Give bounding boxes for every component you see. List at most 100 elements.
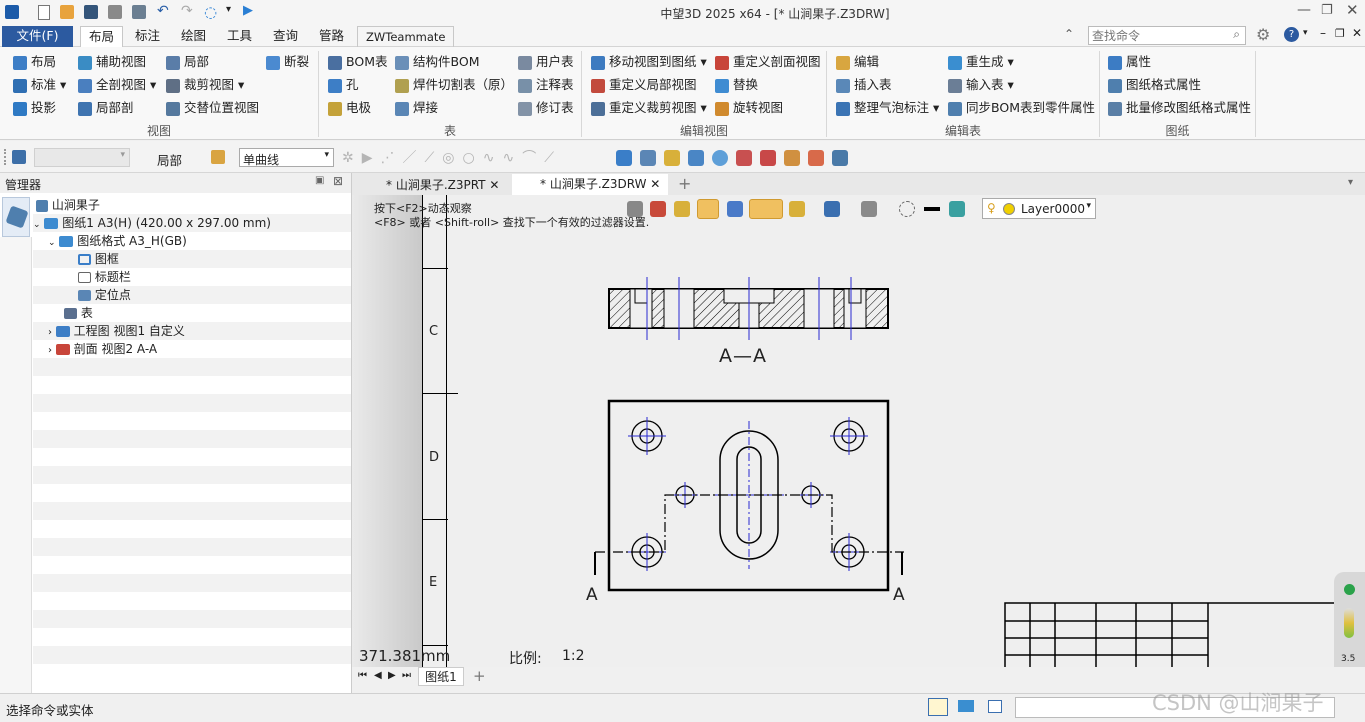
redefine-crop-button[interactable]: 重定义裁剪视图 ▾ bbox=[591, 98, 707, 118]
replace-button[interactable]: 替换 bbox=[715, 75, 758, 95]
tree-sheet-format[interactable]: ⌄ 图纸格式 A3_H(GB) bbox=[48, 232, 187, 250]
aux-view-button[interactable]: 辅助视图 bbox=[78, 52, 146, 72]
first-sheet-icon[interactable]: ⏮ bbox=[358, 670, 367, 681]
minimize-button[interactable]: — bbox=[1297, 2, 1311, 18]
crop-view-button[interactable]: 裁剪视图 ▾ bbox=[166, 75, 244, 95]
move-view-button[interactable]: 移动视图到图纸 ▾ bbox=[591, 52, 707, 72]
pin-icon[interactable]: ▣ bbox=[315, 175, 324, 186]
import-table-button[interactable]: 输入表 ▾ bbox=[948, 75, 1014, 95]
partial-section-button[interactable]: 局部剖 bbox=[78, 98, 134, 118]
tree-root[interactable]: 山涧果子 bbox=[36, 196, 100, 214]
drawing-canvas[interactable]: C D E 按下<F2>动态观察 <F8> 或者 <Shift-roll> 查找… bbox=[352, 195, 1365, 667]
doc-close-button[interactable]: ✕ bbox=[1352, 26, 1362, 40]
tab-file[interactable]: 文件(F) bbox=[2, 26, 73, 47]
tree-view1[interactable]: › 工程图 视图1 自定义 bbox=[48, 322, 185, 340]
redefine-detail-button[interactable]: 重定义局部视图 bbox=[591, 75, 697, 95]
weld-cut-table-button[interactable]: 焊件切割表（原） bbox=[395, 75, 513, 95]
view-tool-icon[interactable] bbox=[808, 150, 824, 166]
search-icon[interactable]: ⌕ bbox=[1233, 27, 1240, 42]
tab-draw[interactable]: 绘图 bbox=[173, 26, 214, 47]
screen-icon[interactable] bbox=[958, 700, 974, 712]
new-tab-icon[interactable]: + bbox=[678, 174, 691, 193]
rotate-view-button[interactable]: 旋转视图 bbox=[715, 98, 783, 118]
tab-zwteammate[interactable]: ZWTeammate bbox=[357, 26, 455, 47]
expand-icon[interactable]: › bbox=[48, 345, 52, 356]
tree-table[interactable]: 表 bbox=[64, 304, 93, 322]
tree-frame[interactable]: 图框 bbox=[78, 250, 119, 268]
gear-icon[interactable]: ⚙ bbox=[1256, 25, 1270, 44]
section-view-a-a[interactable] bbox=[608, 277, 889, 340]
tab-query[interactable]: 查询 bbox=[265, 26, 306, 47]
user-table-button[interactable]: 用户表 bbox=[518, 52, 574, 72]
view-tool-icon[interactable] bbox=[664, 150, 680, 166]
properties-button[interactable]: 属性 bbox=[1108, 52, 1151, 72]
view-tool-icon[interactable] bbox=[832, 150, 848, 166]
batch-sheet-format-button[interactable]: 批量修改图纸格式属性 bbox=[1108, 98, 1251, 118]
tab-menu-icon[interactable]: ▾ bbox=[1348, 177, 1353, 188]
view-tool-icon[interactable] bbox=[616, 150, 632, 166]
hole-table-button[interactable]: 孔 bbox=[328, 75, 359, 95]
sheet-format-props-button[interactable]: 图纸格式属性 bbox=[1108, 75, 1201, 95]
tab-layout[interactable]: 布局 bbox=[80, 26, 124, 47]
tree-sheet1[interactable]: ⌄ 图纸1 A3(H) (420.00 x 297.00 mm) bbox=[33, 214, 271, 232]
view-tool-icon[interactable] bbox=[640, 150, 656, 166]
help-icon[interactable]: ? bbox=[1284, 27, 1299, 42]
structure-bom-button[interactable]: 结构件BOM bbox=[395, 52, 479, 72]
restore-button[interactable]: ❐ bbox=[1321, 3, 1333, 18]
curve-select-combo[interactable]: 单曲线 ▾ bbox=[239, 148, 334, 167]
help-dropdown-icon[interactable]: ▾ bbox=[1303, 28, 1308, 38]
edit-table-button[interactable]: 编辑 bbox=[836, 52, 879, 72]
close-button[interactable]: ✕ bbox=[1346, 1, 1359, 19]
full-section-button[interactable]: 全剖视图 ▾ bbox=[78, 75, 156, 95]
note-table-button[interactable]: 注释表 bbox=[518, 75, 574, 95]
detail-view-button[interactable]: 局部 bbox=[166, 52, 209, 72]
local-label[interactable]: 局部 bbox=[157, 150, 182, 169]
projection-button[interactable]: 投影 bbox=[13, 98, 56, 118]
close-panel-icon[interactable]: ⊠ bbox=[333, 174, 343, 188]
view-tool-icon[interactable] bbox=[712, 150, 728, 166]
expand-icon[interactable]: › bbox=[48, 327, 52, 338]
snap-icons[interactable]: ✲▶⋰／⟋◎○∿∿⌒⟋ bbox=[342, 147, 562, 167]
weld-table-button[interactable]: 焊接 bbox=[395, 98, 438, 118]
layout-button[interactable]: 布局 bbox=[13, 52, 56, 72]
list-icon[interactable] bbox=[988, 700, 1002, 713]
add-sheet-icon[interactable]: + bbox=[473, 667, 486, 685]
break-view-button[interactable]: 断裂 bbox=[266, 52, 309, 72]
alt-position-button[interactable]: 交替位置视图 bbox=[166, 98, 259, 118]
command-search-input[interactable] bbox=[1089, 27, 1219, 44]
collapse-ribbon-icon[interactable]: ⌃ bbox=[1064, 27, 1074, 41]
view-tool-icon[interactable] bbox=[760, 150, 776, 166]
sheet-tab[interactable]: 图纸1 bbox=[418, 667, 464, 686]
electrode-table-button[interactable]: 电极 bbox=[328, 98, 371, 118]
tab-piping[interactable]: 管路 bbox=[311, 26, 352, 47]
input-mode-icon[interactable] bbox=[928, 698, 948, 716]
arrange-balloon-button[interactable]: 整理气泡标注 ▾ bbox=[836, 98, 939, 118]
redefine-section-button[interactable]: 重定义剖面视图 bbox=[715, 52, 821, 72]
doc-minimize-button[interactable]: – bbox=[1320, 26, 1326, 40]
view-tool-icon[interactable] bbox=[784, 150, 800, 166]
filter-icon[interactable] bbox=[12, 150, 26, 164]
collapse-icon[interactable]: ⌄ bbox=[33, 220, 41, 230]
engineering-drawing[interactable] bbox=[352, 195, 1365, 667]
doc-tab-drawing[interactable]: * 山涧果子.Z3DRW ✕ bbox=[512, 174, 668, 195]
sync-bom-button[interactable]: 同步BOM表到零件属性 bbox=[948, 98, 1095, 118]
tab-annotate[interactable]: 标注 bbox=[127, 26, 168, 47]
regenerate-button[interactable]: 重生成 ▾ bbox=[948, 52, 1014, 72]
tree-view2[interactable]: › 剖面 视图2 A-A bbox=[48, 340, 157, 358]
filter-combo[interactable]: ▾ bbox=[34, 148, 130, 167]
close-tab-icon[interactable]: ✕ bbox=[489, 178, 499, 192]
tree-title-block[interactable]: 标题栏 bbox=[78, 268, 131, 286]
manager-side-tab[interactable] bbox=[2, 197, 30, 237]
doc-restore-button[interactable]: ❐ bbox=[1335, 27, 1345, 40]
view-tool-icon[interactable] bbox=[688, 150, 704, 166]
command-search[interactable]: ⌕ bbox=[1088, 26, 1246, 45]
view-tool-icon[interactable] bbox=[736, 150, 752, 166]
bom-table-button[interactable]: BOM表 bbox=[328, 52, 387, 72]
insert-table-button[interactable]: 插入表 bbox=[836, 75, 892, 95]
front-view[interactable] bbox=[594, 399, 904, 592]
close-tab-icon[interactable]: ✕ bbox=[650, 177, 660, 191]
next-sheet-icon[interactable]: ▶ bbox=[388, 670, 396, 681]
tab-tools[interactable]: 工具 bbox=[219, 26, 260, 47]
tree-anchor[interactable]: 定位点 bbox=[78, 286, 131, 304]
standard-view-button[interactable]: 标准 ▾ bbox=[13, 75, 66, 95]
